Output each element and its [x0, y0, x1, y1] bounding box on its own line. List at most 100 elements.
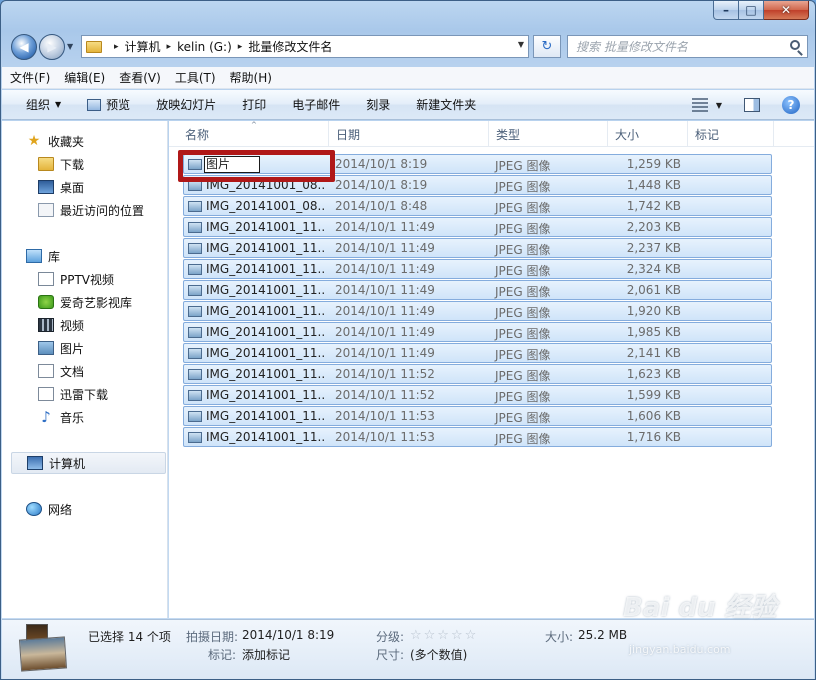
nav-network[interactable]: 网络 — [26, 498, 190, 520]
file-row[interactable]: IMG_20141001_11... 2014/10/1 11:53 JPEG 图像… — [183, 427, 772, 447]
rating-stars[interactable]: ☆☆☆☆☆ — [410, 628, 478, 643]
nav-favorites[interactable]: ★ 收藏夹 — [26, 130, 190, 152]
file-size: 1,716 KB — [626, 430, 681, 444]
file-name[interactable]: IMG_20141001_11... — [206, 367, 324, 381]
file-name[interactable]: IMG_20141001_11... — [206, 241, 324, 255]
search-input[interactable] — [568, 36, 778, 57]
file-name[interactable]: IMG_20141001_08... — [206, 199, 324, 213]
file-name[interactable]: IMG_20141001_11... — [206, 262, 324, 276]
address-dropdown[interactable]: ▼ — [518, 40, 524, 49]
file-name[interactable]: IMG_20141001_08... — [206, 178, 324, 192]
file-row[interactable]: IMG_20141001_11... 2014/10/1 11:49 JPEG 图像… — [183, 217, 772, 237]
jpeg-image-icon — [188, 285, 202, 296]
refresh-button[interactable]: ↻ — [533, 35, 561, 58]
close-button[interactable]: ✕ — [764, 1, 809, 20]
tags-value[interactable]: 添加标记 — [242, 646, 290, 663]
date-taken-value[interactable]: 2014/10/1 8:19 — [242, 628, 334, 642]
file-date: 2014/10/1 11:49 — [335, 262, 435, 276]
file-type: JPEG 图像 — [495, 306, 551, 320]
file-name[interactable]: IMG_20141001_11... — [206, 430, 324, 444]
search-icon[interactable] — [790, 40, 800, 50]
file-row[interactable]: IMG_20141001_11... 2014/10/1 11:53 JPEG 图像… — [183, 406, 772, 426]
file-row[interactable]: IMG_20141001_11... 2014/10/1 11:52 JPEG 图像… — [183, 364, 772, 384]
menu-view[interactable]: 查看(V) — [119, 69, 161, 86]
file-row[interactable]: IMG_20141001_11... 2014/10/1 11:49 JPEG 图像… — [183, 322, 772, 342]
file-row[interactable]: IMG_20141001_11... 2014/10/1 11:49 JPEG 图像… — [183, 343, 772, 363]
column-date[interactable]: 日期 — [329, 121, 489, 147]
menu-file[interactable]: 文件(F) — [10, 69, 50, 86]
view-dropdown[interactable]: ▼ — [716, 101, 722, 110]
breadcrumb-separator[interactable]: ▸ — [114, 42, 119, 52]
file-date: 2014/10/1 11:49 — [335, 241, 435, 255]
breadcrumb-separator[interactable]: ▸ — [238, 42, 243, 52]
preview-button[interactable]: 预览 — [87, 96, 130, 113]
organize-button[interactable]: 组织 ▼ — [26, 96, 61, 113]
back-button[interactable]: ◀ — [11, 34, 37, 60]
nav-label: 收藏夹 — [48, 134, 85, 149]
file-name[interactable]: IMG_20141001_11... — [206, 304, 324, 318]
menu-help[interactable]: 帮助(H) — [230, 69, 272, 86]
file-date: 2014/10/1 8:19 — [335, 178, 428, 192]
file-row[interactable]: IMG_20141001_11... 2014/10/1 11:49 JPEG 图像… — [183, 238, 772, 258]
jpeg-image-icon — [188, 432, 202, 443]
file-row[interactable]: IMG_20141001_08... 2014/10/1 8:19 JPEG 图像 1… — [183, 175, 772, 195]
file-name[interactable]: IMG_20141001_11... — [206, 388, 324, 402]
file-size: 1,623 KB — [626, 367, 681, 381]
menu-tools[interactable]: 工具(T) — [175, 69, 216, 86]
file-type: JPEG 图像 — [495, 285, 551, 299]
music-icon: ♪ — [41, 408, 51, 426]
nav-libraries[interactable]: 库 — [26, 245, 190, 267]
preview-pane-icon[interactable] — [744, 98, 760, 112]
file-size: 1,920 KB — [626, 304, 681, 318]
nav-label: 迅雷下载 — [60, 387, 109, 402]
change-view-icon[interactable] — [691, 98, 708, 112]
file-size: 2,061 KB — [626, 283, 681, 297]
print-button[interactable]: 打印 — [242, 96, 266, 113]
rename-input[interactable]: 图片 — [204, 156, 260, 173]
file-row[interactable]: IMG_20141001_11... 2014/10/1 11:49 JPEG 图像… — [183, 280, 772, 300]
file-row[interactable]: 图片 2014/10/1 8:19 JPEG 图像 1,259 KB — [183, 154, 772, 174]
new-folder-button[interactable]: 新建文件夹 — [416, 96, 476, 113]
breadcrumb-separator[interactable]: ▸ — [167, 42, 172, 52]
breadcrumb-folder[interactable]: 批量修改文件名 — [248, 38, 332, 55]
file-size: 1,606 KB — [626, 409, 681, 423]
menu-edit[interactable]: 编辑(E) — [64, 69, 105, 86]
slideshow-button[interactable]: 放映幻灯片 — [156, 96, 216, 113]
recent-pages-dropdown[interactable]: ▼ — [67, 42, 73, 51]
file-list-view: ^ 名称 日期 类型 大小 标记 图片 2014/10/1 8:19 JPEG 图像… — [169, 121, 814, 618]
column-type[interactable]: 类型 — [489, 121, 608, 147]
file-date: 2014/10/1 8:19 — [335, 157, 428, 171]
jpeg-image-icon — [188, 348, 202, 359]
column-size[interactable]: 大小 — [608, 121, 688, 147]
address-bar[interactable]: ▸ 计算机 ▸ kelin (G:) ▸ 批量修改文件名 ▼ — [81, 35, 529, 58]
file-row[interactable]: IMG_20141001_11... 2014/10/1 11:49 JPEG 图像… — [183, 301, 772, 321]
maximize-button[interactable]: □ — [739, 1, 764, 20]
file-date: 2014/10/1 11:49 — [335, 283, 435, 297]
file-size: 2,203 KB — [626, 220, 681, 234]
video-icon — [38, 318, 54, 332]
file-row[interactable]: IMG_20141001_11... 2014/10/1 11:52 JPEG 图像… — [183, 385, 772, 405]
help-icon[interactable]: ? — [782, 96, 800, 114]
menu-bar: 文件(F) 编辑(E) 查看(V) 工具(T) 帮助(H) — [2, 67, 814, 89]
file-row[interactable]: IMG_20141001_08... 2014/10/1 8:48 JPEG 图像 1… — [183, 196, 772, 216]
email-button[interactable]: 电子邮件 — [292, 96, 340, 113]
nav-computer[interactable]: 计算机 — [11, 452, 166, 474]
file-name[interactable]: IMG_20141001_11... — [206, 325, 324, 339]
file-name[interactable]: IMG_20141001_11... — [206, 220, 324, 234]
file-row[interactable]: IMG_20141001_11... 2014/10/1 11:49 JPEG 图像… — [183, 259, 772, 279]
burn-button[interactable]: 刻录 — [366, 96, 390, 113]
minimize-button[interactable]: – — [713, 1, 739, 20]
breadcrumb-drive[interactable]: kelin (G:) — [177, 40, 232, 54]
file-type: JPEG 图像 — [495, 243, 551, 257]
nav-label: PPTV视频 — [60, 272, 115, 287]
column-name[interactable]: 名称 — [178, 121, 329, 147]
forward-button[interactable]: ▶ — [39, 34, 65, 60]
file-name[interactable]: IMG_20141001_11... — [206, 409, 324, 423]
file-name[interactable]: IMG_20141001_11... — [206, 346, 324, 360]
breadcrumb-computer[interactable]: 计算机 — [125, 38, 161, 55]
file-name[interactable]: IMG_20141001_11... — [206, 283, 324, 297]
pptv-icon — [38, 272, 54, 286]
column-tags[interactable]: 标记 — [688, 121, 774, 147]
dimensions-value: (多个数值) — [410, 648, 468, 662]
file-size: 1,259 KB — [626, 157, 681, 171]
